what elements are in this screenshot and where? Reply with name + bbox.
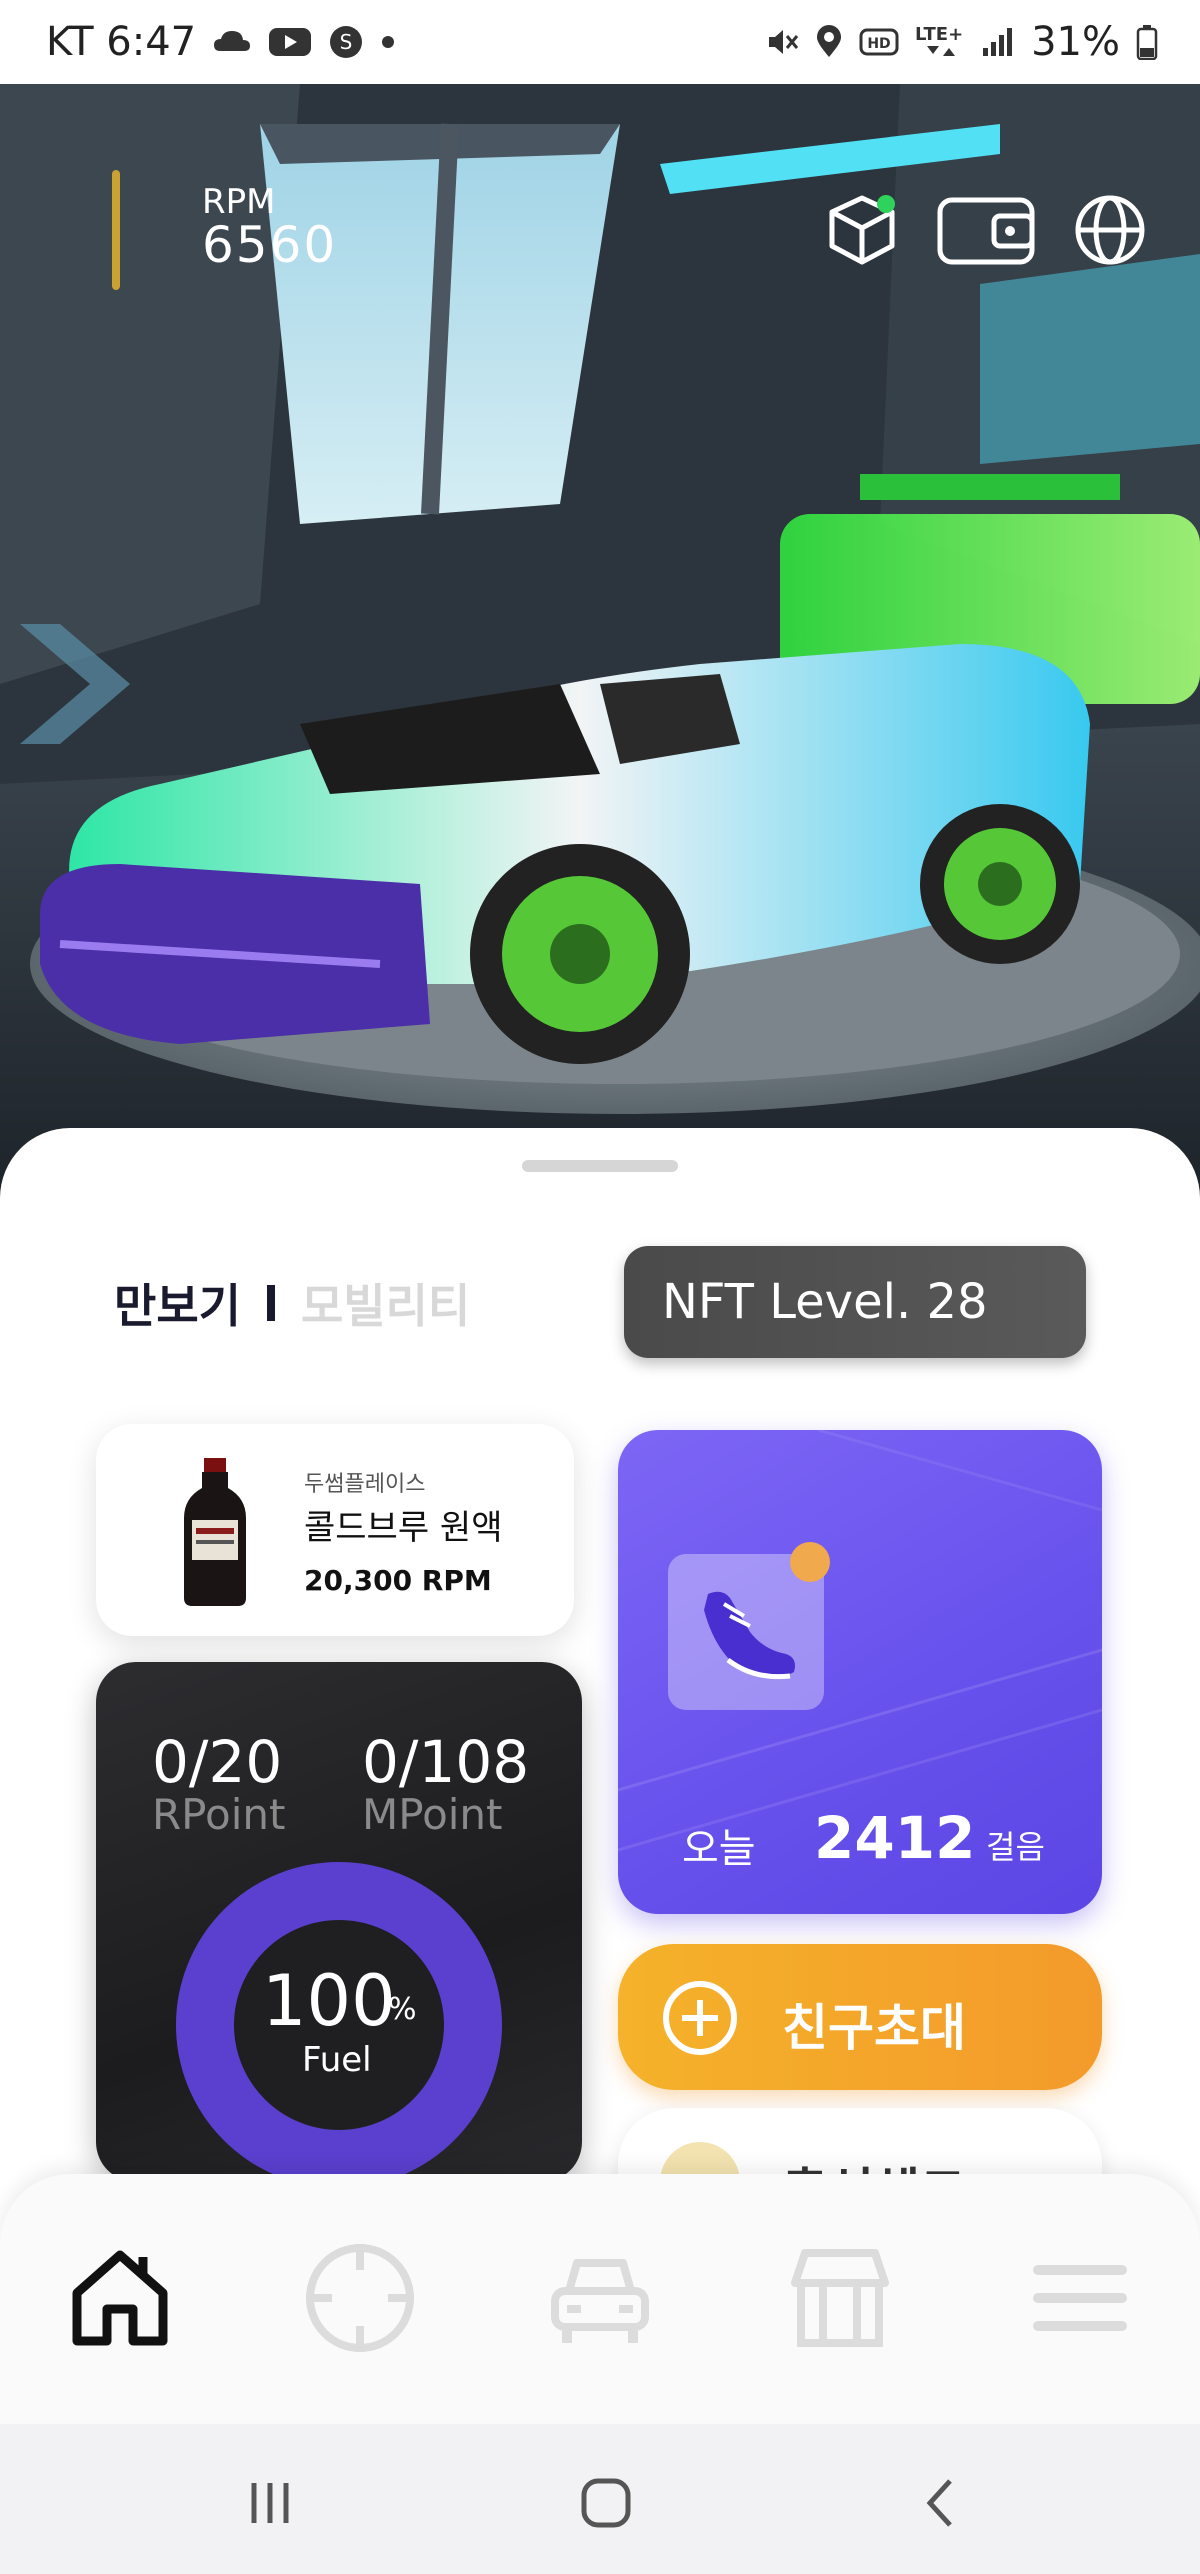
car-icon [551,2259,649,2343]
plus-circle-icon [663,1981,737,2055]
hero-garage-scene: RPM 6560 [0,84,1200,1204]
svg-text:S: S [340,30,353,54]
product-bottle-image [184,1458,246,1606]
battery-icon [1136,25,1158,60]
bottom-navigation [0,2174,1200,2424]
nav-home[interactable] [60,2238,180,2358]
fuel-value: 100 [262,1960,396,2042]
home-icon [72,2250,168,2346]
mute-icon [769,30,799,54]
invite-label: 친구초대 [782,1999,966,2057]
invite-friend-button[interactable]: 친구초대 [618,1944,1102,2090]
rpoint-value: 0/20 [152,1728,283,1796]
svg-text:HD: HD [867,36,890,52]
mpoint-label: MPoint [362,1790,503,1839]
carrier-time: KT 6:47 [46,19,197,65]
target-icon [306,2244,414,2352]
globe-icon[interactable] [1070,190,1150,270]
back-chevron-icon [926,2479,952,2527]
status-bar: KT 6:47 S HD LTE+ 31% [0,0,1200,84]
signal-icon [983,28,1013,56]
tab-mobility[interactable]: 모빌리티 [301,1270,470,1336]
system-navigation-bar [0,2424,1200,2574]
svg-text:LTE+: LTE+ [915,24,963,45]
daily-steps-card[interactable]: 오늘 2412 걸음 [618,1430,1102,1914]
recents-button[interactable] [230,2468,310,2538]
lte-icon: LTE+ [915,24,963,56]
step-count: 2412 [814,1804,976,1872]
step-unit: 걸음 [986,1828,1045,1866]
youtube-icon [269,28,312,56]
fuel-label: Fuel [302,2040,372,2080]
rpm-value: 6560 [202,216,338,274]
home-square-icon [581,2478,631,2528]
sheet-drag-handle[interactable] [522,1160,678,1172]
dot-icon [382,36,395,48]
notification-dot [790,1542,830,1582]
rpm-gauge-bar [112,170,120,290]
tab-divider [266,1285,275,1321]
product-shop: 두썸플레이스 [304,1472,426,1497]
nav-target[interactable] [300,2238,420,2358]
tab-pedometer[interactable]: 만보기 [114,1270,241,1336]
reward-product-card[interactable]: 두썸플레이스 콜드브루 원액 20,300 RPM [96,1424,574,1636]
box-icon[interactable] [822,190,902,270]
hd-icon: HD [859,28,899,56]
weather-icon [214,31,251,51]
menu-icon [1033,2265,1127,2331]
recents-icon [251,2483,289,2523]
wallet-icon[interactable] [936,190,1036,270]
nav-store[interactable] [780,2238,900,2358]
nft-level-badge[interactable]: NFT Level. 28 [624,1246,1086,1358]
product-price: 20,300 RPM [304,1564,492,1597]
nav-menu[interactable] [1020,2238,1140,2358]
product-name: 콜드브루 원액 [304,1508,503,1548]
mode-tabs: 만보기 모빌리티 [114,1270,470,1336]
fuel-unit: % [388,1992,417,2027]
location-icon [817,25,842,57]
back-button[interactable] [902,2468,982,2538]
store-icon [791,2249,889,2347]
home-button[interactable] [566,2468,646,2538]
nav-car[interactable] [540,2238,660,2358]
samsung-pay-icon: S [330,26,363,58]
rpoint-label: RPoint [152,1790,286,1839]
mpoint-value: 0/108 [362,1728,530,1796]
battery-percent: 31% [1031,19,1120,65]
today-label: 오늘 [682,1826,756,1872]
points-fuel-card[interactable]: 0/20 RPoint 0/108 MPoint 100 % Fuel [96,1662,582,2182]
